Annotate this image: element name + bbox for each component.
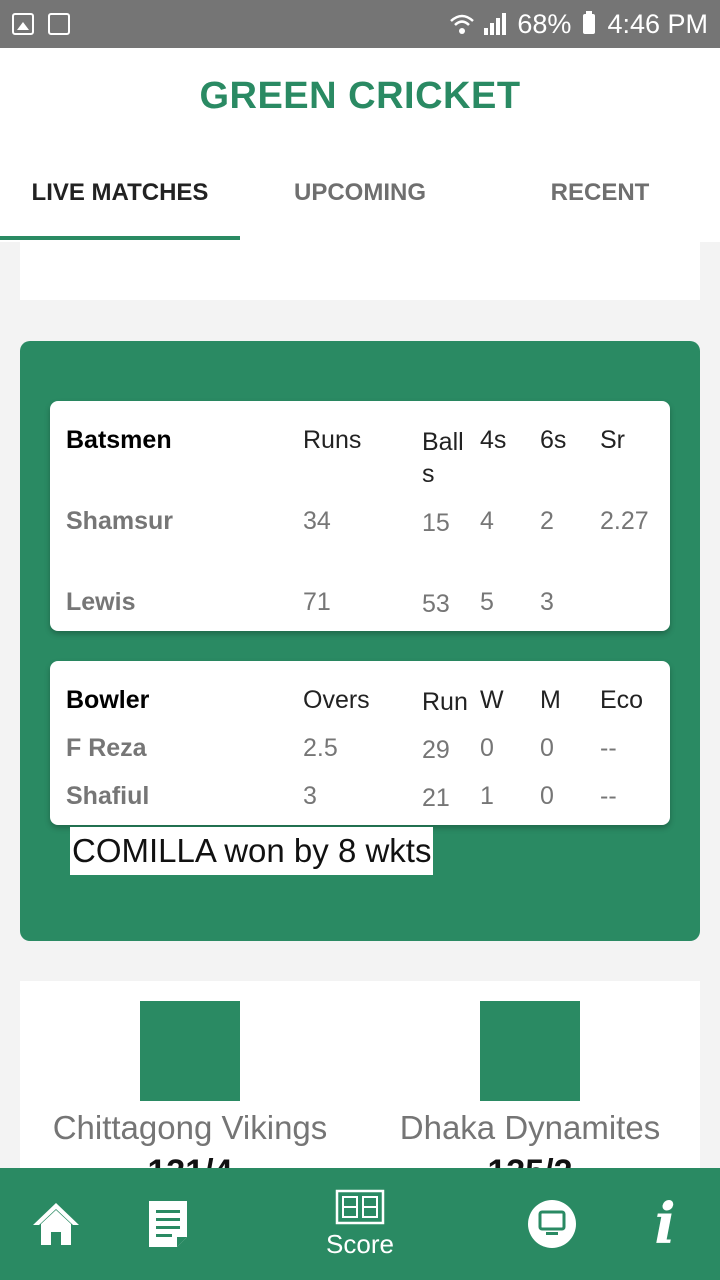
team-away: Dhaka Dynamites 135/2 bbox=[360, 981, 700, 1192]
status-bar: 68% 4:46 PM bbox=[0, 0, 720, 48]
batsman-sixes: 3 bbox=[540, 588, 554, 616]
batsman-runs: 34 bbox=[303, 507, 331, 535]
bowler-header: Bowler bbox=[66, 686, 150, 714]
maidens-header: M bbox=[540, 686, 561, 714]
app-title: GREEN CRICKET bbox=[199, 74, 521, 117]
bowler-economy: -- bbox=[600, 734, 617, 762]
monitor-icon bbox=[528, 1200, 576, 1248]
tab-bar: LIVE MATCHES UPCOMING RECENT bbox=[0, 144, 720, 242]
document-icon bbox=[149, 1201, 187, 1247]
news-button[interactable] bbox=[140, 1168, 196, 1280]
image-notification-icon bbox=[12, 13, 34, 35]
fours-header: 4s bbox=[480, 426, 507, 454]
clock: 4:46 PM bbox=[607, 8, 708, 39]
balls-header: Ball s bbox=[422, 428, 464, 488]
bowler-maidens: 0 bbox=[540, 782, 554, 810]
app-bar: GREEN CRICKET bbox=[0, 48, 720, 144]
batsman-name: Lewis bbox=[66, 588, 136, 616]
score-label: Score bbox=[326, 1228, 394, 1259]
bowler-overs: 3 bbox=[303, 782, 317, 810]
batsman-balls: 15 bbox=[422, 509, 450, 537]
batsmen-header: Batsmen bbox=[66, 426, 172, 454]
tab-upcoming[interactable]: UPCOMING bbox=[240, 144, 480, 242]
bowler-name: F Reza bbox=[66, 734, 147, 762]
signal-icon bbox=[484, 13, 507, 35]
batsman-name: Shamsur bbox=[66, 507, 173, 535]
batsman-runs: 71 bbox=[303, 588, 331, 616]
team-logo bbox=[480, 1001, 580, 1101]
bottom-nav: Score i bbox=[0, 1168, 720, 1280]
info-button[interactable]: i bbox=[640, 1168, 690, 1280]
bowler-maidens: 0 bbox=[540, 734, 554, 762]
bowler-name: Shafiul bbox=[66, 782, 150, 810]
tab-live-matches[interactable]: LIVE MATCHES bbox=[0, 144, 240, 242]
live-match-card[interactable]: Batsmen Runs Ball s 4s 6s Sr Shamsur 34 … bbox=[20, 341, 700, 941]
bowling-table: Bowler Overs Run W M Eco F Reza 2.5 29 0… bbox=[50, 661, 670, 825]
batsman-sixes: 2 bbox=[540, 507, 554, 535]
overs-header: Overs bbox=[303, 686, 370, 714]
runs-header: Runs bbox=[303, 426, 362, 454]
live-tv-button[interactable] bbox=[522, 1168, 582, 1280]
bowler-runs: 29 bbox=[422, 736, 450, 764]
match-result: COMILLA won by 8 wkts bbox=[70, 827, 434, 875]
team-home: Chittagong Vikings 131/4 bbox=[20, 981, 360, 1192]
bowler-economy: -- bbox=[600, 782, 617, 810]
economy-header: Eco bbox=[600, 686, 644, 714]
batsman-fours: 5 bbox=[480, 588, 494, 616]
strike-rate-header: Sr bbox=[600, 426, 625, 454]
bowler-overs: 2.5 bbox=[303, 734, 338, 762]
sixes-header: 6s bbox=[540, 426, 567, 454]
recycle-notification-icon bbox=[48, 13, 70, 35]
bowler-wickets: 0 bbox=[480, 734, 494, 762]
batting-table: Batsmen Runs Ball s 4s 6s Sr Shamsur 34 … bbox=[50, 401, 670, 631]
team-name: Chittagong Vikings bbox=[52, 1109, 328, 1146]
home-button[interactable] bbox=[24, 1168, 88, 1280]
team-name: Dhaka Dynamites bbox=[399, 1109, 661, 1146]
wifi-icon bbox=[450, 14, 475, 34]
battery-icon bbox=[583, 11, 596, 34]
app-screen: 68% 4:46 PM GREEN CRICKET LIVE MATCHES U… bbox=[0, 0, 720, 1280]
bowler-runs: 21 bbox=[422, 784, 450, 812]
batsman-fours: 4 bbox=[480, 507, 494, 535]
wickets-header: W bbox=[480, 686, 504, 714]
batsman-balls: 53 bbox=[422, 590, 450, 618]
match-teams-card[interactable]: Chittagong Vikings 131/4 Dhaka Dynamites… bbox=[20, 981, 700, 1191]
run-header: Run bbox=[422, 688, 468, 716]
tab-recent[interactable]: RECENT bbox=[480, 144, 720, 242]
team-logo bbox=[140, 1001, 240, 1101]
batsman-strike-rate: 2.27 bbox=[600, 507, 649, 535]
battery-percent: 68% bbox=[517, 8, 572, 39]
score-button[interactable]: Score bbox=[310, 1168, 410, 1280]
scoreboard-icon bbox=[335, 1189, 385, 1224]
list-spacer bbox=[20, 242, 700, 300]
info-icon: i bbox=[654, 1191, 676, 1257]
bowler-wickets: 1 bbox=[480, 782, 494, 810]
home-icon bbox=[33, 1203, 79, 1245]
